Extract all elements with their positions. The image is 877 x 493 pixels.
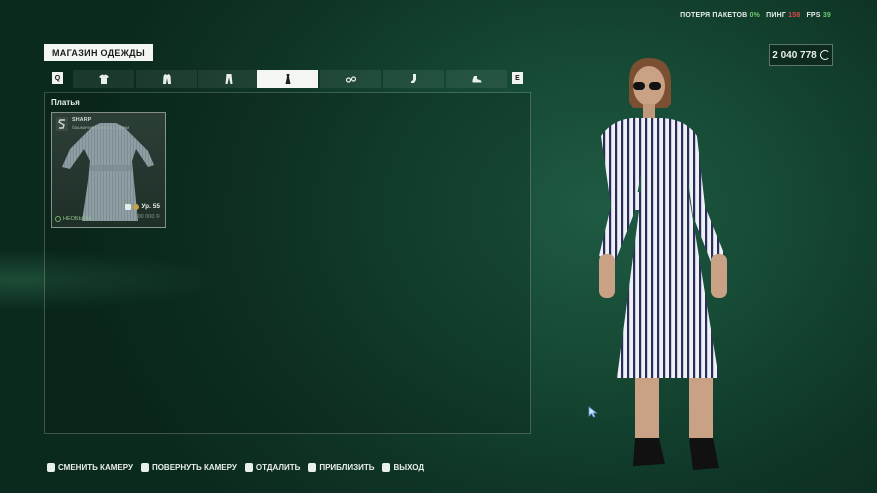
pants-icon (225, 74, 232, 84)
item-description: башмачное платье с синим (72, 125, 130, 130)
item-price: 100 000 © (134, 214, 160, 220)
mouse-cursor-icon (588, 406, 598, 418)
mouse-icon (244, 463, 253, 472)
mouse-icon (140, 463, 149, 472)
hint-zoom-in[interactable]: ПРИБЛИЗИТЬ (308, 463, 374, 472)
character-preview (599, 58, 727, 470)
tab-pants[interactable] (198, 70, 259, 88)
page-title: МАГАЗИН ОДЕЖДЫ (44, 44, 153, 61)
hint-rotate-camera[interactable]: ПОВЕРНУТЬ КАМЕРУ (140, 463, 237, 472)
mouse-icon (308, 463, 317, 472)
control-hints: СМЕНИТЬ КАМЕРУ ПОВЕРНУТЬ КАМЕРУ ОТДАЛИТЬ… (47, 463, 424, 472)
item-card[interactable]: SHARP башмачное платье с синим Ур. 55 10… (51, 112, 166, 228)
currency-balance: 2 040 778 (769, 44, 833, 66)
item-rarity-text: НЕОБЫЧН. (63, 216, 93, 222)
level-badge-icon (133, 203, 140, 210)
shoes-icon (472, 76, 481, 83)
rarity-icon (55, 216, 61, 222)
item-rarity: НЕОБЫЧН. (55, 216, 93, 222)
tab-jackets[interactable] (136, 70, 197, 88)
currency-amount: 2 040 778 (772, 49, 817, 61)
item-level-text: Ур. 55 (141, 203, 160, 210)
fps-stat: FPS 39 (806, 12, 831, 19)
glasses-icon (345, 76, 356, 83)
packet-loss-stat: ПОТЕРЯ ПАКЕТОВ 0% (680, 12, 761, 19)
lock-icon (125, 203, 132, 210)
tab-glasses[interactable] (320, 70, 381, 88)
dress-icon (285, 74, 290, 84)
tab-socks[interactable] (383, 70, 444, 88)
category-tabs: Q E (52, 70, 524, 88)
hint-change-camera[interactable]: СМЕНИТЬ КАМЕРУ (47, 463, 133, 472)
item-level: Ур. 55 (125, 203, 160, 210)
socks-icon (410, 74, 416, 83)
section-title: Платья (51, 98, 80, 107)
key-icon (47, 463, 55, 472)
hint-zoom-out[interactable]: ОТДАЛИТЬ (244, 463, 300, 472)
next-tab-key[interactable]: E (512, 72, 523, 84)
tab-shoes[interactable] (446, 70, 507, 88)
brand-logo-icon (56, 117, 68, 131)
currency-icon (819, 50, 830, 60)
hint-exit[interactable]: ВЫХОД (382, 463, 424, 472)
network-stats: ПОТЕРЯ ПАКЕТОВ 0% ПИНГ 158 FPS 39 (680, 12, 831, 19)
item-brand: SHARP (72, 117, 92, 123)
jacket-icon (162, 74, 171, 84)
tab-tshirts[interactable] (73, 70, 134, 88)
tshirt-icon (98, 74, 109, 84)
ping-stat: ПИНГ 158 (766, 12, 801, 19)
tab-dresses[interactable] (257, 70, 318, 88)
key-icon (382, 463, 391, 472)
prev-tab-key[interactable]: Q (52, 72, 63, 84)
